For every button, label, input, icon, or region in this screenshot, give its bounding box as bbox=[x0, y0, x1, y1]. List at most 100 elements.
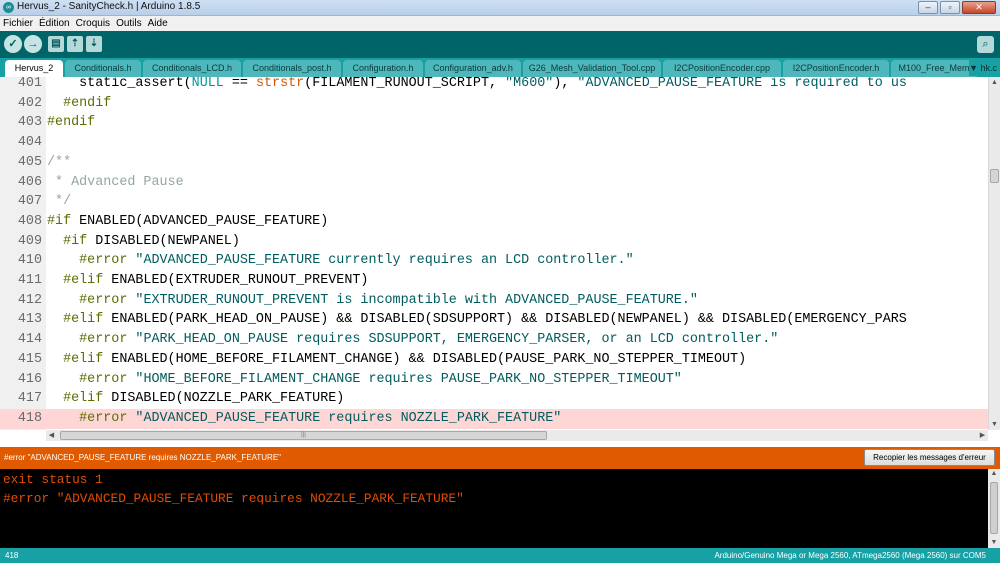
code-line[interactable]: 416 #error "HOME_BEFORE_FILAMENT_CHANGE … bbox=[0, 370, 988, 390]
code-line[interactable]: 410 #error "ADVANCED_PAUSE_FEATURE curre… bbox=[0, 251, 988, 271]
line-code: #endif bbox=[47, 113, 95, 133]
code-token: ENABLED(PARK_HEAD_ON_PAUSE) && DISABLED(… bbox=[103, 312, 907, 328]
open-icon[interactable]: ⇡ bbox=[67, 36, 83, 52]
copy-error-messages-button[interactable]: Recopier les messages d'erreur bbox=[864, 449, 995, 466]
footer-status-bar: 418 Arduino/Genuino Mega or Mega 2560, A… bbox=[0, 548, 1000, 563]
code-token: #error bbox=[47, 371, 128, 387]
scrollbar-grip: ||| bbox=[301, 432, 306, 438]
line-code: #if ENABLED(ADVANCED_PAUSE_FEATURE) bbox=[47, 212, 328, 232]
menu-edition[interactable]: Édition bbox=[39, 16, 70, 31]
code-token: strstr bbox=[255, 77, 305, 91]
line-number: 416 bbox=[17, 371, 42, 387]
line-code: #error "PARK_HEAD_ON_PAUSE requires SDSU… bbox=[47, 330, 778, 350]
line-code: #elif ENABLED(HOME_BEFORE_FILAMENT_CHANG… bbox=[47, 350, 746, 370]
code-token: "EXTRUDER_RUNOUT_PREVENT is incompatible… bbox=[135, 292, 698, 308]
tab-conditionals-h[interactable]: Conditionals.h bbox=[65, 60, 141, 77]
code-token: * Advanced Pause bbox=[47, 174, 184, 190]
scroll-up-icon[interactable]: ▲ bbox=[989, 77, 1000, 88]
scrollbar-thumb[interactable]: ||| bbox=[60, 431, 547, 440]
scroll-down-icon[interactable]: ▼ bbox=[988, 538, 1000, 548]
tab-configuration-adv-h[interactable]: Configuration_adv.h bbox=[425, 60, 521, 77]
tab-menu-button[interactable]: ▼ hk.c bbox=[969, 60, 997, 76]
code-line[interactable]: 417 #elif DISABLED(NOZZLE_PARK_FEATURE) bbox=[0, 389, 988, 409]
code-token: DISABLED(NOZZLE_PARK_FEATURE) bbox=[103, 391, 345, 407]
code-line[interactable]: 412 #error "EXTRUDER_RUNOUT_PREVENT is i… bbox=[0, 291, 988, 311]
code-line[interactable]: 411 #elif ENABLED(EXTRUDER_RUNOUT_PREVEN… bbox=[0, 271, 988, 291]
tab-i2cpositionencoder-cpp[interactable]: I2CPositionEncoder.cpp bbox=[663, 60, 781, 77]
code-line[interactable]: 406 * Advanced Pause bbox=[0, 173, 988, 193]
console-vertical-scrollbar[interactable]: ▲ ▼ bbox=[988, 469, 1000, 548]
code-line[interactable]: 402 #endif bbox=[0, 94, 988, 114]
line-number: 413 bbox=[17, 312, 42, 328]
code-line[interactable]: 413 #elif ENABLED(PARK_HEAD_ON_PAUSE) &&… bbox=[0, 310, 988, 330]
title-bar: ∞ Hervus_2 - SanityCheck.h | Arduino 1.8… bbox=[0, 0, 1000, 16]
code-token: == bbox=[223, 77, 256, 91]
tab-conditionals-lcd-h[interactable]: Conditionals_LCD.h bbox=[143, 60, 241, 77]
current-line-number: 418 bbox=[5, 551, 19, 560]
code-line[interactable]: 418 #error "ADVANCED_PAUSE_FEATURE requi… bbox=[0, 408, 988, 429]
line-code: #if DISABLED(NEWPANEL) bbox=[47, 232, 240, 252]
scrollbar-thumb[interactable] bbox=[990, 482, 998, 534]
code-token: "ADVANCED_PAUSE_FEATURE requires NOZZLE_… bbox=[135, 410, 562, 426]
maximize-icon[interactable]: ▫ bbox=[940, 1, 960, 14]
line-code: #error "ADVANCED_PAUSE_FEATURE requires … bbox=[47, 409, 561, 429]
code-token: ENABLED(HOME_BEFORE_FILAMENT_CHANGE) && … bbox=[103, 351, 747, 367]
scroll-down-icon[interactable]: ▼ bbox=[989, 419, 1000, 430]
code-line[interactable]: 415 #elif ENABLED(HOME_BEFORE_FILAMENT_C… bbox=[0, 350, 988, 370]
code-token: #elif bbox=[47, 351, 104, 367]
close-icon[interactable]: ✕ bbox=[962, 1, 996, 14]
line-code: #elif DISABLED(NOZZLE_PARK_FEATURE) bbox=[47, 389, 344, 409]
line-number: 415 bbox=[17, 351, 42, 367]
line-code: /** bbox=[47, 153, 71, 173]
tab-hervus-2[interactable]: Hervus_2 bbox=[5, 60, 63, 77]
line-number: 405 bbox=[17, 154, 42, 170]
verify-icon[interactable]: ✓ bbox=[4, 35, 22, 53]
line-number: 418 bbox=[17, 410, 42, 426]
menu-outils[interactable]: Outils bbox=[116, 16, 142, 31]
scroll-left-icon[interactable]: ◀ bbox=[46, 430, 57, 441]
upload-icon[interactable]: → bbox=[24, 35, 42, 53]
code-line[interactable]: 403 #endif bbox=[0, 113, 988, 133]
menu-fichier[interactable]: Fichier bbox=[3, 16, 33, 31]
editor-horizontal-scrollbar[interactable]: ◀ ||| ▶ bbox=[46, 430, 988, 441]
code-line[interactable]: 401 static_assert(NULL == strstr(FILAMEN… bbox=[0, 77, 988, 94]
code-token: ), bbox=[553, 77, 578, 91]
line-number: 406 bbox=[17, 174, 42, 190]
console-output[interactable]: exit status 1 #error "ADVANCED_PAUSE_FEA… bbox=[0, 469, 1000, 548]
error-status-bar: #error "ADVANCED_PAUSE_FEATURE requires … bbox=[0, 447, 1000, 469]
code-line[interactable]: 407 */ bbox=[0, 192, 988, 212]
line-number: 410 bbox=[17, 253, 42, 269]
code-line[interactable]: 409 #if DISABLED(NEWPANEL) bbox=[0, 232, 988, 252]
tab-i2cpositionencoder-h[interactable]: I2CPositionEncoder.h bbox=[783, 60, 889, 77]
new-icon[interactable]: ▤ bbox=[48, 36, 64, 52]
tab-configuration-h[interactable]: Configuration.h bbox=[343, 60, 423, 77]
serial-monitor-icon[interactable]: ⌕ bbox=[977, 36, 994, 53]
code-token: #error bbox=[47, 292, 128, 308]
line-code: #error "EXTRUDER_RUNOUT_PREVENT is incom… bbox=[47, 291, 698, 311]
line-code: #elif ENABLED(PARK_HEAD_ON_PAUSE) && DIS… bbox=[47, 310, 907, 330]
scrollbar-thumb[interactable] bbox=[990, 169, 999, 183]
tab-g26-mesh-validation-tool[interactable]: G26_Mesh_Validation_Tool.cpp bbox=[523, 60, 661, 77]
editor-vertical-scrollbar[interactable]: ▲ ▼ bbox=[988, 77, 1000, 430]
minimize-icon[interactable]: – bbox=[918, 1, 938, 14]
code-line[interactable]: 404 bbox=[0, 133, 988, 153]
save-icon[interactable]: ⇣ bbox=[86, 36, 102, 52]
scroll-right-icon[interactable]: ▶ bbox=[977, 430, 988, 441]
line-number: 411 bbox=[17, 273, 42, 288]
menu-croquis[interactable]: Croquis bbox=[76, 16, 110, 31]
menu-aide[interactable]: Aide bbox=[148, 16, 168, 31]
code-token: ENABLED(EXTRUDER_RUNOUT_PREVENT) bbox=[103, 273, 369, 288]
scroll-up-icon[interactable]: ▲ bbox=[988, 469, 1000, 479]
code-editor[interactable]: 401 static_assert(NULL == strstr(FILAMEN… bbox=[0, 77, 1000, 430]
code-line[interactable]: 408 #if ENABLED(ADVANCED_PAUSE_FEATURE) bbox=[0, 212, 988, 232]
code-token: #error bbox=[47, 253, 128, 269]
code-line[interactable]: 405 /** bbox=[0, 153, 988, 173]
tab-m100-free-mem[interactable]: M100_Free_Mem bbox=[891, 60, 977, 77]
line-number: 402 bbox=[17, 95, 42, 111]
code-token: static_assert( bbox=[47, 77, 192, 91]
arduino-logo-icon: ∞ bbox=[3, 2, 14, 13]
code-token: /** bbox=[47, 154, 72, 170]
tab-conditionals-post-h[interactable]: Conditionals_post.h bbox=[243, 60, 341, 77]
code-line[interactable]: 414 #error "PARK_HEAD_ON_PAUSE requires … bbox=[0, 330, 988, 350]
code-token: (FILAMENT_RUNOUT_SCRIPT, bbox=[304, 77, 506, 91]
